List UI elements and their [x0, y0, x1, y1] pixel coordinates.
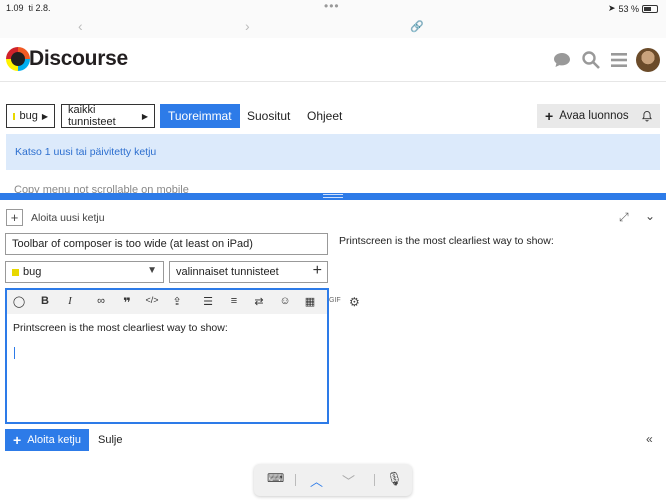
back-icon[interactable]: ‹	[78, 18, 83, 34]
more-dots-icon[interactable]: •••	[324, 0, 340, 13]
composer-preview: Printscreen is the most clearliest way t…	[339, 235, 554, 247]
link-icon[interactable]: 🔗	[410, 20, 424, 33]
code-icon[interactable]: </>	[144, 295, 160, 305]
composer-action-title: Aloita uusi ketju	[31, 211, 105, 224]
category-color-icon	[13, 112, 16, 120]
chevron-up-icon[interactable]: ︿	[310, 471, 323, 490]
battery-icon	[642, 4, 658, 13]
italic-icon[interactable]: I	[62, 295, 78, 307]
composer-action-row: + Aloita uusi ketju	[6, 209, 105, 226]
fullscreen-icon[interactable]: ⤢	[619, 210, 629, 225]
caret-right-icon: ▶	[141, 111, 148, 121]
open-draft-button[interactable]: + Avaa luonnos	[537, 104, 637, 128]
tags-dropdown[interactable]: kaikki tunnisteet ▶	[61, 104, 155, 128]
tab-top[interactable]: Suositut	[239, 104, 298, 128]
keyboard-icon[interactable]: ⌨	[267, 471, 284, 485]
composer-editor[interactable]: ◯ B I ∞ ❞ </> ⇪ ☰ ≡ ⇄ ☺ ▦ Printscreen is…	[5, 288, 329, 424]
tab-latest[interactable]: Tuoreimmat	[160, 104, 240, 128]
bullet-list-icon[interactable]: ☰	[200, 295, 216, 308]
status-time: 1.09 ti 2.8.	[6, 3, 51, 13]
chevron-down-icon: ▼	[147, 265, 157, 276]
composer-action-plus-icon[interactable]: +	[6, 209, 23, 226]
bold-icon[interactable]: B	[37, 295, 53, 307]
separator	[295, 474, 296, 486]
caret-right-icon: ▶	[41, 111, 48, 121]
plus-icon: +	[13, 432, 22, 448]
plus-icon: +	[312, 262, 322, 279]
user-avatar[interactable]	[636, 48, 660, 72]
status-right: ➤ 53 %	[608, 3, 658, 14]
emoji-icon[interactable]: ☺	[277, 295, 293, 307]
cancel-button[interactable]: Sulje	[98, 434, 122, 446]
composer-grip-handle[interactable]	[323, 194, 343, 198]
double-chevron-left-icon[interactable]: «	[646, 432, 653, 446]
create-topic-button[interactable]: + Aloita ketju	[5, 429, 89, 451]
plus-icon: +	[545, 108, 554, 124]
forward-icon[interactable]: ›	[245, 18, 250, 34]
numbered-list-icon[interactable]: ≡	[226, 295, 242, 307]
text-cursor	[14, 347, 15, 359]
battery-percent: 53 %	[618, 3, 639, 14]
ios-status-bar: 1.09 ti 2.8. ••• ➤ 53 %	[0, 0, 666, 18]
keyboard-assistant-bar: ⌨ ︿ ﹀ 🎙	[254, 464, 412, 496]
topic-title-input[interactable]	[5, 233, 328, 255]
chat-icon[interactable]	[552, 50, 572, 70]
editor-body-text: Printscreen is the most clearliest way t…	[13, 322, 228, 334]
site-header: Discourse	[0, 38, 666, 82]
category-color-icon	[12, 268, 19, 276]
notifications-button[interactable]	[634, 104, 660, 128]
microphone-icon[interactable]: 🎙	[386, 471, 403, 487]
quote-bubble-icon[interactable]: ◯	[11, 295, 27, 308]
menu-icon[interactable]	[609, 50, 629, 70]
tab-faq[interactable]: Ohjeet	[299, 104, 350, 128]
swap-icon[interactable]: ⇄	[251, 295, 267, 308]
upload-icon[interactable]: ⇪	[169, 295, 185, 308]
separator	[374, 474, 375, 486]
chevron-down-icon[interactable]: ﹀	[342, 471, 355, 490]
calendar-icon[interactable]: ▦	[302, 295, 318, 308]
composer-toolbar: ◯ B I ∞ ❞ </> ⇪ ☰ ≡ ⇄ ☺ ▦	[7, 290, 327, 314]
blockquote-icon[interactable]: ❞	[119, 295, 135, 311]
bell-icon	[642, 110, 652, 122]
gif-icon[interactable]: GIF	[329, 297, 341, 304]
logo-text: Discourse	[29, 47, 128, 70]
browser-nav: ‹ › 🔗	[0, 18, 666, 38]
topic-filters: bug ▶ kaikki tunnisteet ▶ Tuoreimmat Suo…	[0, 104, 666, 128]
location-icon: ➤	[607, 3, 616, 13]
composer-tags-select[interactable]: valinnaiset tunnisteet +	[169, 261, 328, 283]
chevron-down-icon[interactable]: ⌄	[645, 209, 655, 223]
search-icon[interactable]	[581, 50, 601, 70]
discourse-logo-icon	[6, 47, 30, 71]
new-topics-notice[interactable]: Katso 1 uusi tai päivitetty ketju	[6, 134, 660, 170]
gear-icon[interactable]: ⚙	[349, 295, 360, 309]
site-logo[interactable]: Discourse	[6, 47, 128, 71]
link-icon[interactable]: ∞	[93, 295, 109, 307]
category-dropdown[interactable]: bug ▶	[6, 104, 55, 128]
composer-category-select[interactable]: bug ▼	[5, 261, 164, 283]
